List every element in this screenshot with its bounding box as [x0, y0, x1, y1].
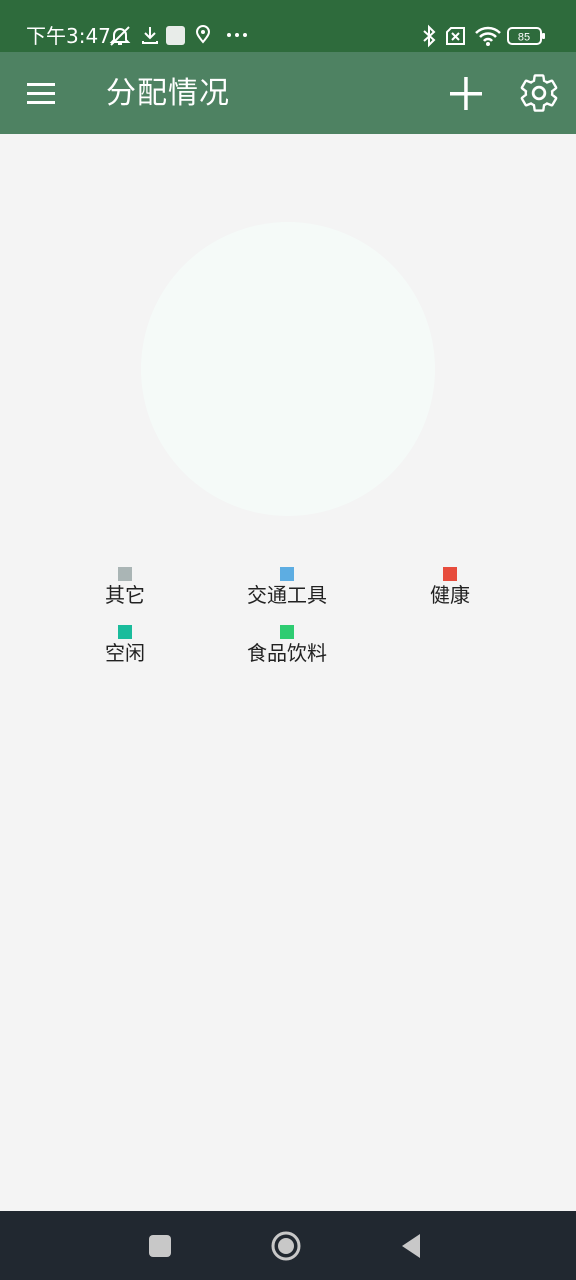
app-square-icon: [166, 26, 185, 45]
legend-label: 健康: [430, 583, 470, 607]
menu-icon[interactable]: [18, 71, 64, 117]
battery-level: 85: [518, 32, 530, 44]
nav-bar: [0, 1211, 576, 1280]
legend-label: 食品饮料: [247, 641, 327, 665]
legend-label: 交通工具: [247, 583, 327, 607]
bluetooth-icon: [423, 24, 436, 48]
app-bar: 分配情况: [0, 52, 576, 134]
mute-icon: [109, 26, 131, 46]
back-icon[interactable]: [393, 1227, 431, 1265]
gear-icon[interactable]: [517, 71, 561, 115]
legend-item: 食品饮料: [217, 625, 357, 677]
no-sim-icon: [446, 27, 465, 45]
legend-swatch: [118, 625, 132, 639]
wifi-icon: [475, 26, 501, 46]
location-icon: [195, 25, 211, 44]
home-icon[interactable]: [267, 1227, 305, 1265]
recent-apps-icon[interactable]: [141, 1227, 179, 1265]
legend-swatch: [280, 567, 294, 581]
pie-chart: [141, 222, 435, 516]
pie-empty-circle: [141, 222, 435, 516]
legend-swatch: [443, 567, 457, 581]
legend-swatch: [118, 567, 132, 581]
legend-item: 交通工具: [217, 567, 357, 619]
legend-label: 其它: [105, 583, 145, 607]
legend-item: 其它: [55, 567, 195, 619]
status-time: 下午3:47: [26, 24, 111, 48]
legend-item: 空闲: [55, 625, 195, 677]
legend-swatch: [280, 625, 294, 639]
battery-icon: 85: [507, 27, 545, 45]
legend-label: 空闲: [105, 641, 145, 665]
more-dots-icon: [227, 33, 247, 37]
legend-item: 健康: [380, 567, 520, 619]
status-bar: 下午3:47 85: [0, 0, 576, 52]
page-title: 分配情况: [106, 76, 230, 111]
download-icon: [142, 27, 158, 44]
plus-icon[interactable]: [444, 72, 488, 116]
